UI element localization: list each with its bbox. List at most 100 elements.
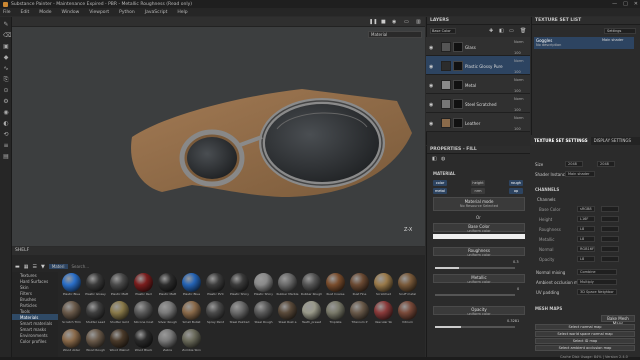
channel-format-select[interactable]: L8 [577, 236, 595, 242]
material-thumbnail[interactable]: Plastic Glossy [84, 273, 107, 301]
menu-help[interactable]: Help [177, 10, 187, 15]
layer-blend[interactable]: Norm [514, 40, 524, 44]
material-thumbnail[interactable]: Vitrium [396, 301, 419, 329]
layer-name[interactable]: Leather [465, 121, 480, 126]
layer-row[interactable]: ◉ Glass Norm 100 [426, 37, 530, 56]
material-thumbnail[interactable]: Plastic PVC [204, 273, 227, 301]
material-thumbnail[interactable]: Titanium P [348, 301, 371, 329]
normal-mixing-select[interactable]: Combine [577, 269, 617, 275]
folder-icon[interactable]: ▬ [15, 264, 20, 270]
bake-icon[interactable]: ⚙ [3, 99, 9, 105]
layer-mask-thumbnail[interactable] [453, 99, 463, 109]
fill-icon[interactable]: ◧ [432, 156, 437, 162]
texture-set-item[interactable]: Goggles No description Main shader [534, 37, 634, 49]
camera-icon[interactable]: ◉ [3, 110, 9, 116]
material-thumbnail[interactable]: Rust Fine [348, 273, 371, 301]
material-thumbnail[interactable]: Wood Rough [84, 329, 107, 357]
channel-select[interactable]: Base Color [430, 28, 456, 34]
select-normal-map-button[interactable]: Select normal map [535, 324, 635, 330]
ao-mixing-select[interactable]: Multiply [577, 279, 617, 285]
material-thumbnail[interactable]: Rubber Rough [300, 273, 323, 301]
material-thumbnail[interactable]: Wood Walnut [108, 329, 131, 357]
layer-blend[interactable]: Norm [514, 97, 524, 101]
material-thumbnail[interactable]: Silicone Coat [132, 301, 155, 329]
tab-texture-set-settings[interactable]: TEXTURE SET SETTINGS [531, 137, 591, 145]
channel-chip-nrm[interactable]: nrm [471, 188, 485, 194]
add-fill-icon[interactable]: ◧ [499, 28, 504, 34]
material-thumbnail[interactable]: Rubber Marble [276, 273, 299, 301]
material-thumbnail[interactable]: Tinplate [324, 301, 347, 329]
size-select-2[interactable]: 2048 [597, 161, 615, 167]
layer-row[interactable]: ◉ Metal Norm 100 [426, 75, 530, 94]
viewport-mode-select[interactable]: Material [368, 31, 422, 38]
polygon-fill-icon[interactable]: ◆ [3, 55, 9, 61]
list-view-icon[interactable]: ☰ [32, 264, 36, 270]
channel-chip-metal[interactable]: metal [433, 188, 447, 194]
eye-icon[interactable]: ◉ [429, 83, 433, 89]
channel-chip-color[interactable]: color [433, 180, 447, 186]
layer-blend[interactable]: Norm [514, 78, 524, 82]
layer-name[interactable]: Steel Scratched [465, 102, 497, 107]
base-color-swatch[interactable] [433, 234, 525, 239]
channel-options-select[interactable] [601, 226, 619, 232]
material-thumbnail[interactable]: Plastic Blue [180, 273, 203, 301]
channel-format-select[interactable]: L8 [577, 226, 595, 232]
add-layer-icon[interactable]: ✚ [489, 28, 493, 34]
layout-icon[interactable]: ▭ [404, 19, 409, 25]
material-thumbnail[interactable]: Steel Rust a [276, 301, 299, 329]
eraser-icon[interactable]: ⌫ [3, 33, 11, 39]
material-thumbnail[interactable]: Wood Alder [60, 329, 83, 357]
layer-blend[interactable]: Norm [514, 116, 524, 120]
camera-icon[interactable]: ◉ [392, 19, 396, 25]
layer-name[interactable]: Metal [465, 83, 476, 88]
3d-viewport[interactable] [12, 17, 425, 246]
material-thumbnail[interactable]: Spray Paint [204, 301, 227, 329]
channel-chip-height[interactable]: height [471, 180, 485, 186]
material-thumbnail[interactable]: Vascular Sk [372, 301, 395, 329]
layer-row[interactable]: ◉ Plastic Glossy Pure Norm 100 [426, 56, 530, 75]
clone-icon[interactable]: ⎘ [3, 77, 9, 83]
material-thumbnail[interactable]: Teeth_preset [300, 301, 323, 329]
shader-select[interactable]: Main shader [565, 171, 595, 177]
material-thumbnail[interactable]: Shutter Gold [108, 301, 131, 329]
tab-display-settings[interactable]: DISPLAY SETTINGS [591, 137, 634, 145]
material-thumbnail[interactable]: Steel Rough [252, 301, 275, 329]
material-mode-button[interactable]: Material mode No Resource Selected [433, 197, 525, 211]
channel-chip-op[interactable]: op [509, 188, 523, 194]
material-thumbnail[interactable]: Zombie Skin [180, 329, 203, 357]
material-thumbnail[interactable]: Small Bullet [180, 301, 203, 329]
material-thumbnail[interactable]: Scratch Trim [60, 301, 83, 329]
channel-format-select[interactable]: RGB16F [577, 246, 595, 252]
shelf-search-input[interactable]: Search... [72, 264, 112, 269]
material-thumbnail[interactable]: Steel Painted [228, 301, 251, 329]
layer-mask-thumbnail[interactable] [453, 80, 463, 90]
opacity-value[interactable]: 0.3281 [507, 319, 519, 323]
menu-viewport[interactable]: Viewport [89, 10, 109, 15]
roughness-slider[interactable] [435, 267, 515, 269]
roughness-value[interactable]: 0.3 [513, 260, 519, 264]
smudge-icon[interactable]: ∿ [3, 66, 9, 72]
paint-brush-icon[interactable]: ✎ [3, 22, 9, 28]
menu-window[interactable]: Window [62, 10, 80, 15]
eye-icon[interactable]: ◉ [429, 64, 433, 70]
split-view-icon[interactable]: ▥ [416, 19, 421, 25]
metallic-button[interactable]: Metallic uniform color [433, 274, 525, 284]
channel-options-select[interactable] [601, 236, 619, 242]
opacity-slider[interactable] [435, 326, 515, 328]
layer-blend[interactable]: Norm [514, 59, 524, 63]
add-folder-icon[interactable]: ▭ [509, 28, 514, 34]
select-ao-map-button[interactable]: Select ambient occlusion map [535, 345, 635, 351]
material-thumbnail[interactable]: Plastic Matt [156, 273, 179, 301]
history-icon[interactable]: ⟲ [3, 132, 9, 138]
projection-icon[interactable]: ▣ [3, 44, 9, 50]
texture-set-settings-select[interactable]: Settings [604, 28, 636, 34]
bake-mesh-maps-button[interactable]: Bake Mesh Maps [601, 315, 635, 326]
layer-row[interactable]: ◉ Leather Norm 100 [426, 113, 530, 132]
menu-javascript[interactable]: JavaScript [145, 10, 168, 15]
material-thumbnail[interactable]: Scratched [372, 273, 395, 301]
layer-name[interactable]: Glass [465, 45, 476, 50]
menu-python[interactable]: Python [119, 10, 135, 15]
channel-options-select[interactable] [601, 256, 619, 262]
shelf-filter-chip[interactable]: Materi [48, 264, 68, 269]
opacity-button[interactable]: Opacity uniform color [433, 306, 525, 316]
